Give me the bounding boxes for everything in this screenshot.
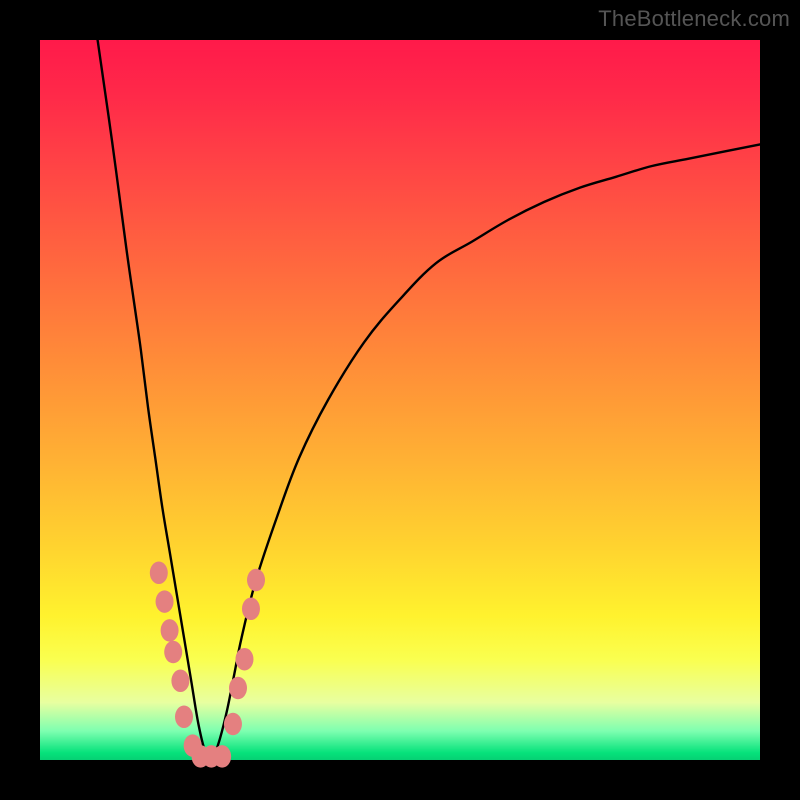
curves-svg [40, 40, 760, 760]
marker-dot [235, 648, 253, 671]
chart-frame: TheBottleneck.com [0, 0, 800, 800]
highlighted-points [150, 562, 265, 768]
marker-dot [242, 598, 260, 621]
marker-dot [171, 670, 189, 693]
watermark-text: TheBottleneck.com [598, 6, 790, 32]
right-curve [213, 144, 760, 760]
marker-dot [247, 569, 265, 592]
marker-dot [213, 745, 231, 768]
marker-dot [224, 713, 242, 736]
marker-dot [229, 677, 247, 700]
marker-dot [164, 641, 182, 664]
left-curve [98, 40, 213, 760]
marker-dot [150, 562, 168, 585]
marker-dot [156, 590, 174, 613]
marker-dot [175, 706, 193, 729]
marker-dot [161, 619, 179, 642]
plot-area [40, 40, 760, 760]
